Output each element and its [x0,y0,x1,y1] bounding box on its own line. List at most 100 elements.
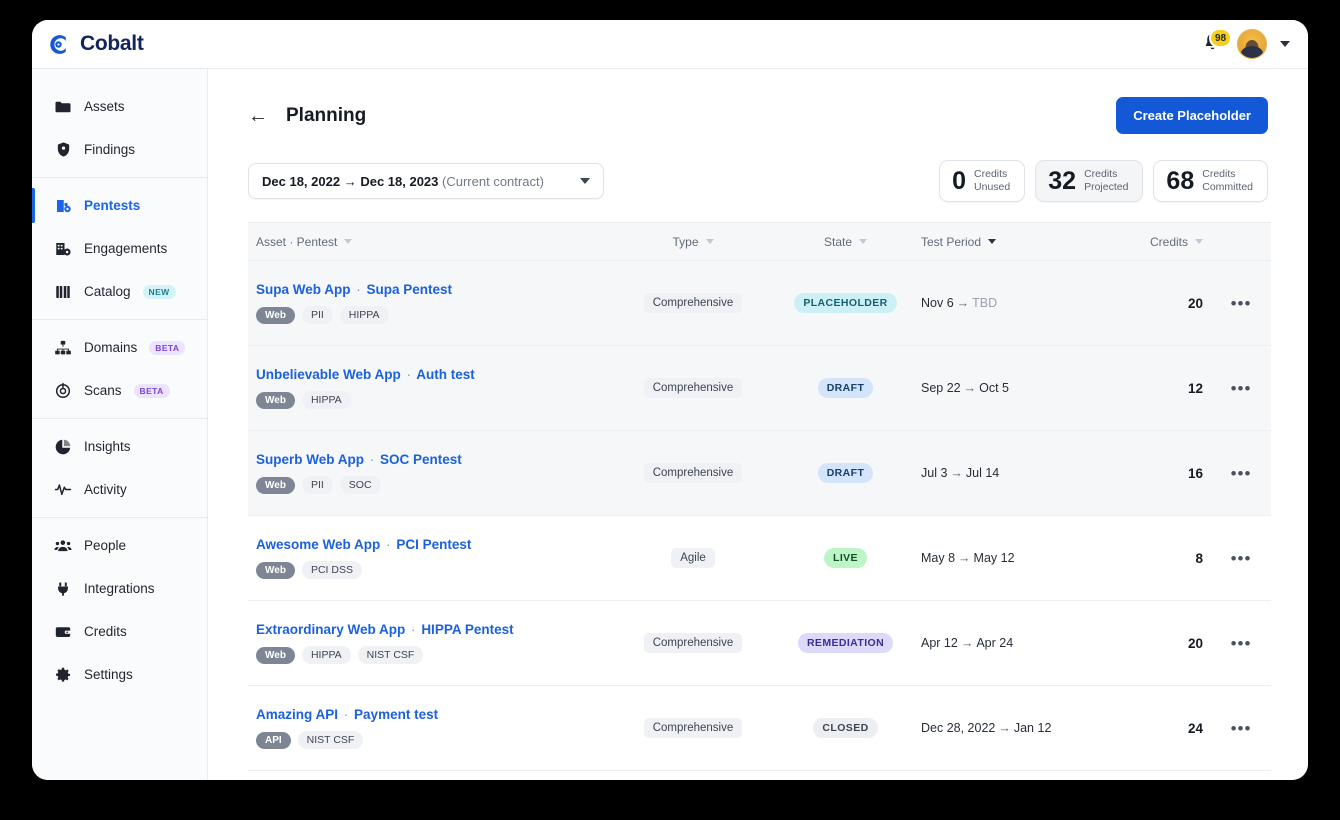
credit-box-projected: 32 Credits Projected [1035,160,1144,203]
sidebar-item-insights[interactable]: Insights [32,425,207,468]
sidebar-item-integrations[interactable]: Integrations [32,567,207,610]
sidebar-item-credits[interactable]: Credits [32,610,207,653]
sidebar-item-activity[interactable]: Activity [32,468,207,511]
cell-credits: 24 [1113,686,1211,771]
create-placeholder-button[interactable]: Create Placeholder [1116,97,1268,134]
credit-label-line1: Credits [974,168,1008,180]
cell-asset-pentest: Unbelievable Web App · Auth test Web HIPPA [248,346,608,431]
sidebar-item-catalog[interactable]: Catalog NEW [32,270,207,313]
cell-state: PLACEHOLDER [778,261,913,346]
sort-caret-icon[interactable] [859,239,868,245]
table-row[interactable]: Unbelievable Web App · Auth test Web HIPPA… [248,345,1271,431]
sort-caret-icon[interactable] [988,239,997,245]
compliance-chip: SOC [339,476,381,495]
table-row[interactable]: Extraordinary Web App · HIPPA Pentest Web… [248,601,1271,686]
sidebar-group: People Integrations Credits Settings [32,517,207,702]
asset-pentest-link[interactable]: Unbelievable Web App · Auth test [256,367,600,382]
period-arrow-icon: → [960,636,974,651]
cell-test-period: Sep 22 → Oct 5 [913,346,1113,431]
sidebar-item-label: Findings [84,142,136,157]
status-badge: DRAFT [817,378,874,399]
table-row[interactable]: Awesome Web App · PCI Pentest Web PCI DSS A… [248,516,1271,601]
cell-type: Comprehensive [608,601,778,686]
body: Assets Findings Pentests Engagements Catalog… [32,68,1308,780]
shield-icon [54,141,72,159]
sort-caret-icon[interactable] [1195,239,1203,245]
asset-kind-chip: API [256,731,291,749]
credit-value: 68 [1166,166,1195,195]
test-period: May 8 → May 12 [921,551,1015,565]
period-start: Jul 3 [921,466,948,481]
brand-logo[interactable]: Cobalt [46,32,144,57]
sidebar-item-people[interactable]: People [32,524,207,567]
compliance-chip: PII [301,476,333,495]
column-header-actions [1211,222,1271,262]
date-range-select[interactable]: Dec 18, 2022 → Dec 18, 2023 (Current con… [248,163,604,200]
sidebar-item-settings[interactable]: Settings [32,653,207,696]
sidebar-group: Assets Findings [32,79,207,177]
pentest-name: HIPPA Pentest [421,622,514,638]
asset-kind-chip: Web [256,391,295,409]
pentest-name: Payment test [354,707,439,723]
back-arrow-icon[interactable]: ← [248,106,268,126]
kebab-menu-icon[interactable]: ••• [1219,720,1263,737]
column-header-label: Credits [1149,234,1188,249]
column-header-test-period[interactable]: Test Period [913,222,1113,262]
sidebar-group: Insights Activity [32,418,207,517]
chevron-down-icon[interactable] [1280,41,1290,47]
period-start: Nov 6 [921,296,954,311]
sidebar-item-engagements[interactable]: Engagements [32,227,207,270]
asset-pentest-link[interactable]: Superb Web App · SOC Pentest [256,452,600,467]
sidebar-group: Pentests Engagements Catalog NEW [32,177,207,319]
cobalt-logo-icon [46,32,71,57]
cell-actions: ••• [1211,261,1271,346]
credits-value: 24 [1187,720,1203,736]
sidebar-item-domains[interactable]: Domains BETA [32,326,207,369]
asset-pentest-link[interactable]: Amazing API · Payment test [256,707,600,722]
period-arrow-icon: → [963,381,977,396]
column-header-type[interactable]: Type [608,222,778,262]
app-window: Cobalt 98 Assets Findings Pentests Engageme… [32,20,1308,780]
table-row[interactable]: Supa Web App · Supa Pentest Web PII HIPPA Co… [248,260,1271,346]
cell-state: CLOSED [778,686,913,771]
kebab-menu-icon[interactable]: ••• [1219,380,1263,397]
notifications-button[interactable]: 98 [1202,28,1233,56]
page-header: ← Planning Create Placeholder [248,69,1268,138]
asset-pentest-link[interactable]: Extraordinary Web App · HIPPA Pentest [256,622,600,637]
pentests-table: Asset · Pentest Type State Test Period Credi… [248,222,1271,771]
asset-chips: Web HIPPA [256,391,600,410]
sidebar-item-pentests[interactable]: Pentests [32,184,207,227]
date-range-start: Dec 18, 2022 [262,173,341,189]
sidebar-item-scans[interactable]: Scans BETA [32,369,207,412]
asset-chips: API NIST CSF [256,731,600,750]
compliance-chip: HIPPA [339,306,389,325]
date-range-end: Dec 18, 2023 [360,173,439,189]
avatar[interactable] [1237,29,1267,59]
column-header-asset-pentest[interactable]: Asset · Pentest [248,222,608,262]
column-header-state[interactable]: State [778,222,913,262]
sort-caret-icon[interactable] [344,239,353,245]
kebab-menu-icon[interactable]: ••• [1219,550,1263,567]
credit-label: Credits Projected [1084,168,1128,194]
type-pill: Comprehensive [643,633,743,654]
sidebar-item-label: Catalog [84,284,131,299]
compliance-chip: HIPPA [301,391,351,410]
table-row[interactable]: Superb Web App · SOC Pentest Web PII SOC Com… [248,430,1271,516]
column-header-credits[interactable]: Credits [1113,222,1211,262]
cell-credits: 8 [1113,516,1211,601]
cell-actions: ••• [1211,431,1271,516]
credit-label-line1: Credits [1202,168,1236,180]
sidebar-item-assets[interactable]: Assets [32,85,207,128]
sidebar-item-label: Domains [84,340,138,355]
gear-icon [54,666,72,684]
table-row[interactable]: Amazing API · Payment test API NIST CSF Com… [248,686,1271,771]
cell-actions: ••• [1211,516,1271,601]
asset-pentest-link[interactable]: Awesome Web App · PCI Pentest [256,537,600,552]
kebab-menu-icon[interactable]: ••• [1219,465,1263,482]
kebab-menu-icon[interactable]: ••• [1219,635,1263,652]
sort-caret-icon[interactable] [705,239,714,245]
asset-pentest-link[interactable]: Supa Web App · Supa Pentest [256,282,600,297]
sidebar-item-findings[interactable]: Findings [32,128,207,171]
asset-chips: Web PCI DSS [256,561,600,580]
kebab-menu-icon[interactable]: ••• [1219,295,1263,312]
